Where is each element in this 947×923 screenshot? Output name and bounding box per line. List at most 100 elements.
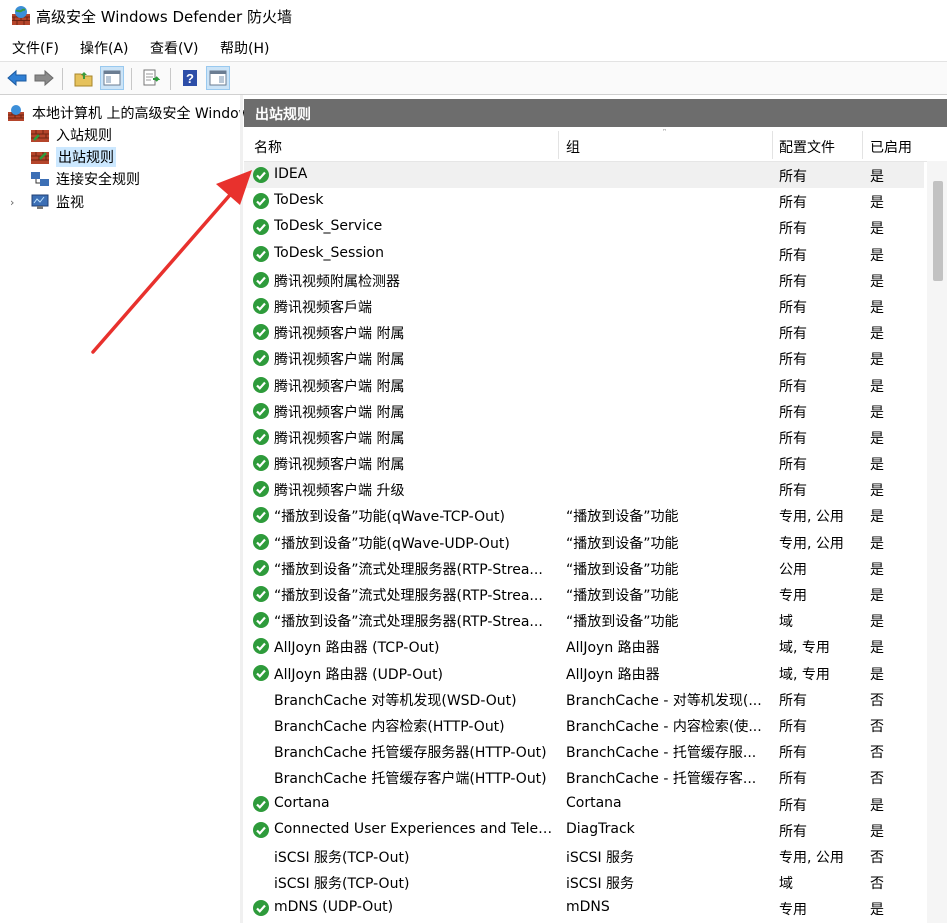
rule-group: “播放到设备”功能 <box>566 588 679 604</box>
rule-name: ToDesk <box>274 192 324 209</box>
tree-item-outbound-rules[interactable]: 出站规则 <box>30 146 116 168</box>
enabled-check-icon <box>253 664 269 681</box>
table-row[interactable]: “播放到设备”流式处理服务器(RTP-Strea... “播放到设备”功能 域 是 <box>244 607 924 633</box>
chevron-right-icon[interactable]: › <box>10 196 14 209</box>
table-row[interactable]: BranchCache 对等机发现(WSD-Out) BranchCache - … <box>244 686 924 712</box>
pane-splitter[interactable] <box>240 95 243 923</box>
toolbar-separator <box>170 68 171 90</box>
tree-item-connection-security-rules[interactable]: 连接安全规则 <box>30 168 140 190</box>
rule-group: BranchCache - 内容检索(使... <box>566 718 762 735</box>
menu-action[interactable]: 操作(A) <box>80 38 129 58</box>
rule-profile: 域, 专用 <box>779 640 830 657</box>
rule-enabled: 否 <box>870 745 884 762</box>
window-title: 高级安全 Windows Defender 防火墙 <box>36 8 292 26</box>
table-row[interactable]: BranchCache 托管缓存客户端(HTTP-Out) BranchCache… <box>244 764 924 790</box>
column-header-profile[interactable]: 配置文件 <box>779 137 835 157</box>
rule-profile: 所有 <box>779 771 807 788</box>
enabled-check-icon <box>253 193 269 210</box>
help-icon[interactable]: ? <box>178 66 202 90</box>
show-hide-console-tree-icon[interactable] <box>100 66 124 90</box>
rule-group: BranchCache - 托管缓存客... <box>566 771 757 788</box>
rule-enabled: 否 <box>870 876 884 893</box>
table-row[interactable]: ToDesk_Service 所有 是 <box>244 214 924 240</box>
table-row[interactable]: AllJoyn 路由器 (UDP-Out) AllJoyn 路由器 域, 专用 是 <box>244 660 924 686</box>
table-row[interactable]: 腾讯视频客户端 升级 所有 是 <box>244 476 924 502</box>
inbound-rules-icon <box>31 130 49 142</box>
rule-group: iSCSI 服务 <box>566 849 635 866</box>
rule-name: 腾讯视频客户端 附属 <box>274 352 405 369</box>
rule-name: BranchCache 对等机发现(WSD-Out) <box>274 692 517 709</box>
back-arrow-icon[interactable] <box>5 66 29 90</box>
table-row[interactable]: ToDesk_Session 所有 是 <box>244 241 924 267</box>
show-hide-action-pane-icon[interactable] <box>206 66 230 90</box>
table-row[interactable]: 腾讯视频客戶端 所有 是 <box>244 293 924 319</box>
enabled-check-icon <box>253 586 269 602</box>
table-row[interactable]: Connected User Experiences and Telem... D… <box>244 817 924 843</box>
up-folder-icon[interactable] <box>72 66 96 90</box>
enabled-check-icon <box>253 821 269 838</box>
rule-profile: 所有 <box>779 430 807 447</box>
rules-rows: IDEA 所有是 ToDesk 所有是 ToDesk_Service 所有是 ToDesk_… <box>244 162 924 921</box>
toolbar: ? <box>0 61 947 95</box>
column-header-name[interactable]: 名称 <box>254 137 282 157</box>
table-row[interactable]: 腾讯视频附属检测器 所有 是 <box>244 267 924 293</box>
rule-name: 腾讯视频客户端 附属 <box>274 430 405 447</box>
rule-profile: 域 <box>779 614 793 631</box>
rule-enabled: 是 <box>870 352 884 369</box>
table-row[interactable]: 腾讯视频客户端 附属 所有 是 <box>244 450 924 476</box>
rule-enabled: 是 <box>870 195 884 212</box>
menu-view[interactable]: 查看(V) <box>150 38 199 58</box>
rule-name: “播放到设备”流式处理服务器(RTP-Strea... <box>274 561 543 578</box>
column-header-enabled[interactable]: 已启用 <box>870 137 912 157</box>
enabled-check-icon <box>253 245 269 262</box>
rule-profile: 所有 <box>779 326 807 343</box>
rule-enabled: 是 <box>870 221 884 238</box>
rule-group: mDNS <box>566 899 610 916</box>
table-row[interactable]: BranchCache 托管缓存服务器(HTTP-Out) BranchCache… <box>244 738 924 764</box>
table-row[interactable]: “播放到设备”流式处理服务器(RTP-Strea... “播放到设备”功能 公用 是 <box>244 555 924 581</box>
enabled-check-icon <box>253 324 269 341</box>
table-row[interactable]: 腾讯视频客户端 附属 所有 是 <box>244 345 924 371</box>
rule-group: AllJoyn 路由器 <box>566 640 660 657</box>
panel-header: 出站规则 <box>244 99 947 127</box>
rule-name: Connected User Experiences and Telem... <box>274 820 558 837</box>
menu-file[interactable]: 文件(F) <box>12 38 59 58</box>
table-row[interactable]: 腾讯视频客户端 附属 所有 是 <box>244 398 924 424</box>
table-row[interactable]: iSCSI 服务(TCP-Out) iSCSI 服务 专用, 公用 否 <box>244 843 924 869</box>
table-row[interactable]: 腾讯视频客户端 附属 所有 是 <box>244 372 924 398</box>
column-divider[interactable] <box>558 131 559 159</box>
rule-enabled: 是 <box>870 640 884 657</box>
rule-name: 腾讯视频附属检测器 <box>274 273 400 290</box>
table-row[interactable]: AllJoyn 路由器 (TCP-Out) AllJoyn 路由器 域, 专用 是 <box>244 633 924 659</box>
table-row[interactable]: iSCSI 服务(TCP-Out) iSCSI 服务 域 否 <box>244 869 924 895</box>
table-row[interactable]: “播放到设备”功能(qWave-TCP-Out) “播放到设备”功能 专用, 公用 是 <box>244 502 924 528</box>
table-row[interactable]: Cortana Cortana 所有 是 <box>244 791 924 817</box>
tree-item-monitoring[interactable]: 监视 <box>30 191 84 213</box>
enabled-check-icon <box>253 559 269 576</box>
tree-item-inbound-rules[interactable]: 入站规则 <box>30 124 112 146</box>
table-row[interactable]: “播放到设备”功能(qWave-UDP-Out) “播放到设备”功能 专用, 公用 是 <box>244 529 924 555</box>
svg-text:?: ? <box>186 71 194 86</box>
table-row[interactable]: mDNS (UDP-Out) mDNS 专用 是 <box>244 895 924 921</box>
scrollbar-thumb[interactable] <box>933 181 943 281</box>
table-row[interactable]: 腾讯视频客户端 附属 所有 是 <box>244 424 924 450</box>
column-divider[interactable] <box>862 131 863 159</box>
export-list-icon[interactable] <box>139 66 163 90</box>
table-row[interactable]: 腾讯视频客户端 附属 所有 是 <box>244 319 924 345</box>
rule-enabled: 否 <box>870 849 884 866</box>
table-row[interactable]: IDEA 所有 是 <box>244 162 924 189</box>
enabled-check-icon <box>253 612 269 629</box>
table-row[interactable]: “播放到设备”流式处理服务器(RTP-Strea... “播放到设备”功能 专用 是 <box>244 581 924 607</box>
enabled-check-icon <box>253 271 269 288</box>
rule-group: BranchCache - 托管缓存服... <box>566 745 757 762</box>
forward-arrow-icon[interactable] <box>32 66 56 90</box>
column-divider[interactable] <box>772 131 773 159</box>
menu-help[interactable]: 帮助(H) <box>220 38 269 58</box>
column-header-group[interactable]: 组 <box>566 137 580 157</box>
table-row[interactable]: BranchCache 内容检索(HTTP-Out) BranchCache - … <box>244 712 924 738</box>
rule-profile: 所有 <box>779 718 807 735</box>
vertical-scrollbar[interactable] <box>927 161 947 923</box>
rule-enabled: 是 <box>870 561 884 578</box>
table-row[interactable]: ToDesk 所有 是 <box>244 188 924 214</box>
rule-name: 腾讯视频客户端 附属 <box>274 326 405 343</box>
